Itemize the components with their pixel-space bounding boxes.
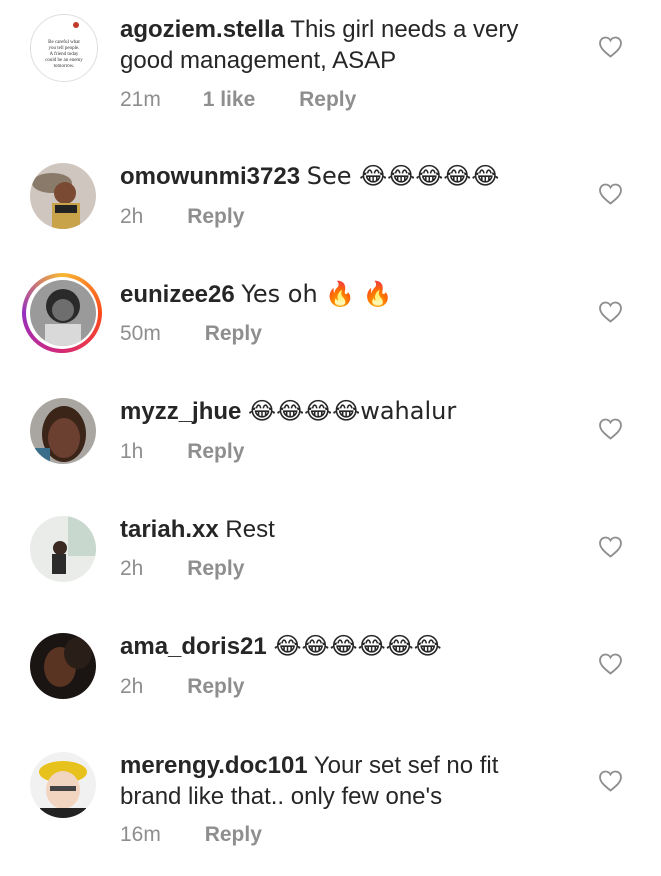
heart-outline-icon[interactable] [598,301,623,323]
reply-button[interactable]: Reply [187,557,244,581]
comment-likes[interactable]: 1 like [203,88,256,112]
comment-time: 2h [120,205,144,228]
heart-outline-icon[interactable] [598,418,623,440]
comment-body: merengy.doc101 Your set sef no fit brand… [120,750,560,812]
comment-username[interactable]: ama_doris21 [120,633,267,660]
comment-time: 2h [120,675,144,698]
comment-time: 2h [120,557,144,580]
comment-text: Rest [225,516,275,543]
comment-time: 16m [120,823,161,846]
comment-body: agoziem.stella This girl needs a very go… [120,14,560,76]
comment-body: omowunmi3723 See 😂😂😂😂😂 [120,161,560,192]
comment-text: 😂😂😂😂😂😂 [273,632,442,660]
comment-meta: 50m Reply [120,322,262,346]
comment-text: Yes oh 🔥 🔥 [241,280,393,308]
avatar[interactable] [30,163,96,229]
svg-text:A friend today: A friend today [50,52,79,57]
avatar[interactable]: Be careful what you tell people. A frien… [30,14,98,82]
comment-meta: 1h Reply [120,440,244,464]
comment-meta: 16m Reply [120,823,262,847]
reply-button[interactable]: Reply [205,322,262,346]
svg-text:could be an enemy: could be an enemy [45,58,83,63]
heart-outline-icon[interactable] [598,183,623,205]
avatar[interactable] [30,398,96,464]
avatar[interactable] [30,516,96,582]
comment-body: tariah.xx Rest [120,514,560,545]
reply-button[interactable]: Reply [299,88,356,112]
reply-button[interactable]: Reply [187,205,244,229]
comment-time: 1h [120,440,144,463]
comment-username[interactable]: myzz_jhue [120,398,241,425]
svg-text:Be careful what: Be careful what [48,40,80,45]
comment-body: myzz_jhue 😂😂😂😂wahalur [120,396,560,427]
avatar[interactable] [30,633,96,699]
comment-username[interactable]: omowunmi3723 [120,163,300,190]
comment-body: ama_doris21 😂😂😂😂😂😂 [120,631,560,662]
comment-username[interactable]: merengy.doc101 [120,752,308,779]
heart-outline-icon[interactable] [598,653,623,675]
comment-text: See 😂😂😂😂😂 [306,162,500,190]
avatar[interactable] [30,752,96,818]
comment-meta: 2h Reply [120,675,244,699]
comment-time: 50m [120,322,161,345]
comment-text: 😂😂😂😂wahalur [248,397,457,425]
svg-text:you tell people.: you tell people. [49,46,80,51]
comment-username[interactable]: agoziem.stella [120,16,284,43]
svg-text:tomorrow.: tomorrow. [54,64,75,69]
comment-body: eunizee26 Yes oh 🔥 🔥 [120,279,560,310]
comment-username[interactable]: tariah.xx [120,516,219,543]
heart-outline-icon[interactable] [598,36,623,58]
reply-button[interactable]: Reply [187,675,244,699]
reply-button[interactable]: Reply [187,440,244,464]
heart-outline-icon[interactable] [598,770,623,792]
comment-meta: 21m 1 like Reply [120,88,356,112]
avatar[interactable] [30,280,96,346]
reply-button[interactable]: Reply [205,823,262,847]
comment-username[interactable]: eunizee26 [120,281,235,308]
comment-meta: 2h Reply [120,205,244,229]
comment-time: 21m [120,88,161,111]
comment-meta: 2h Reply [120,557,244,581]
heart-outline-icon[interactable] [598,536,623,558]
